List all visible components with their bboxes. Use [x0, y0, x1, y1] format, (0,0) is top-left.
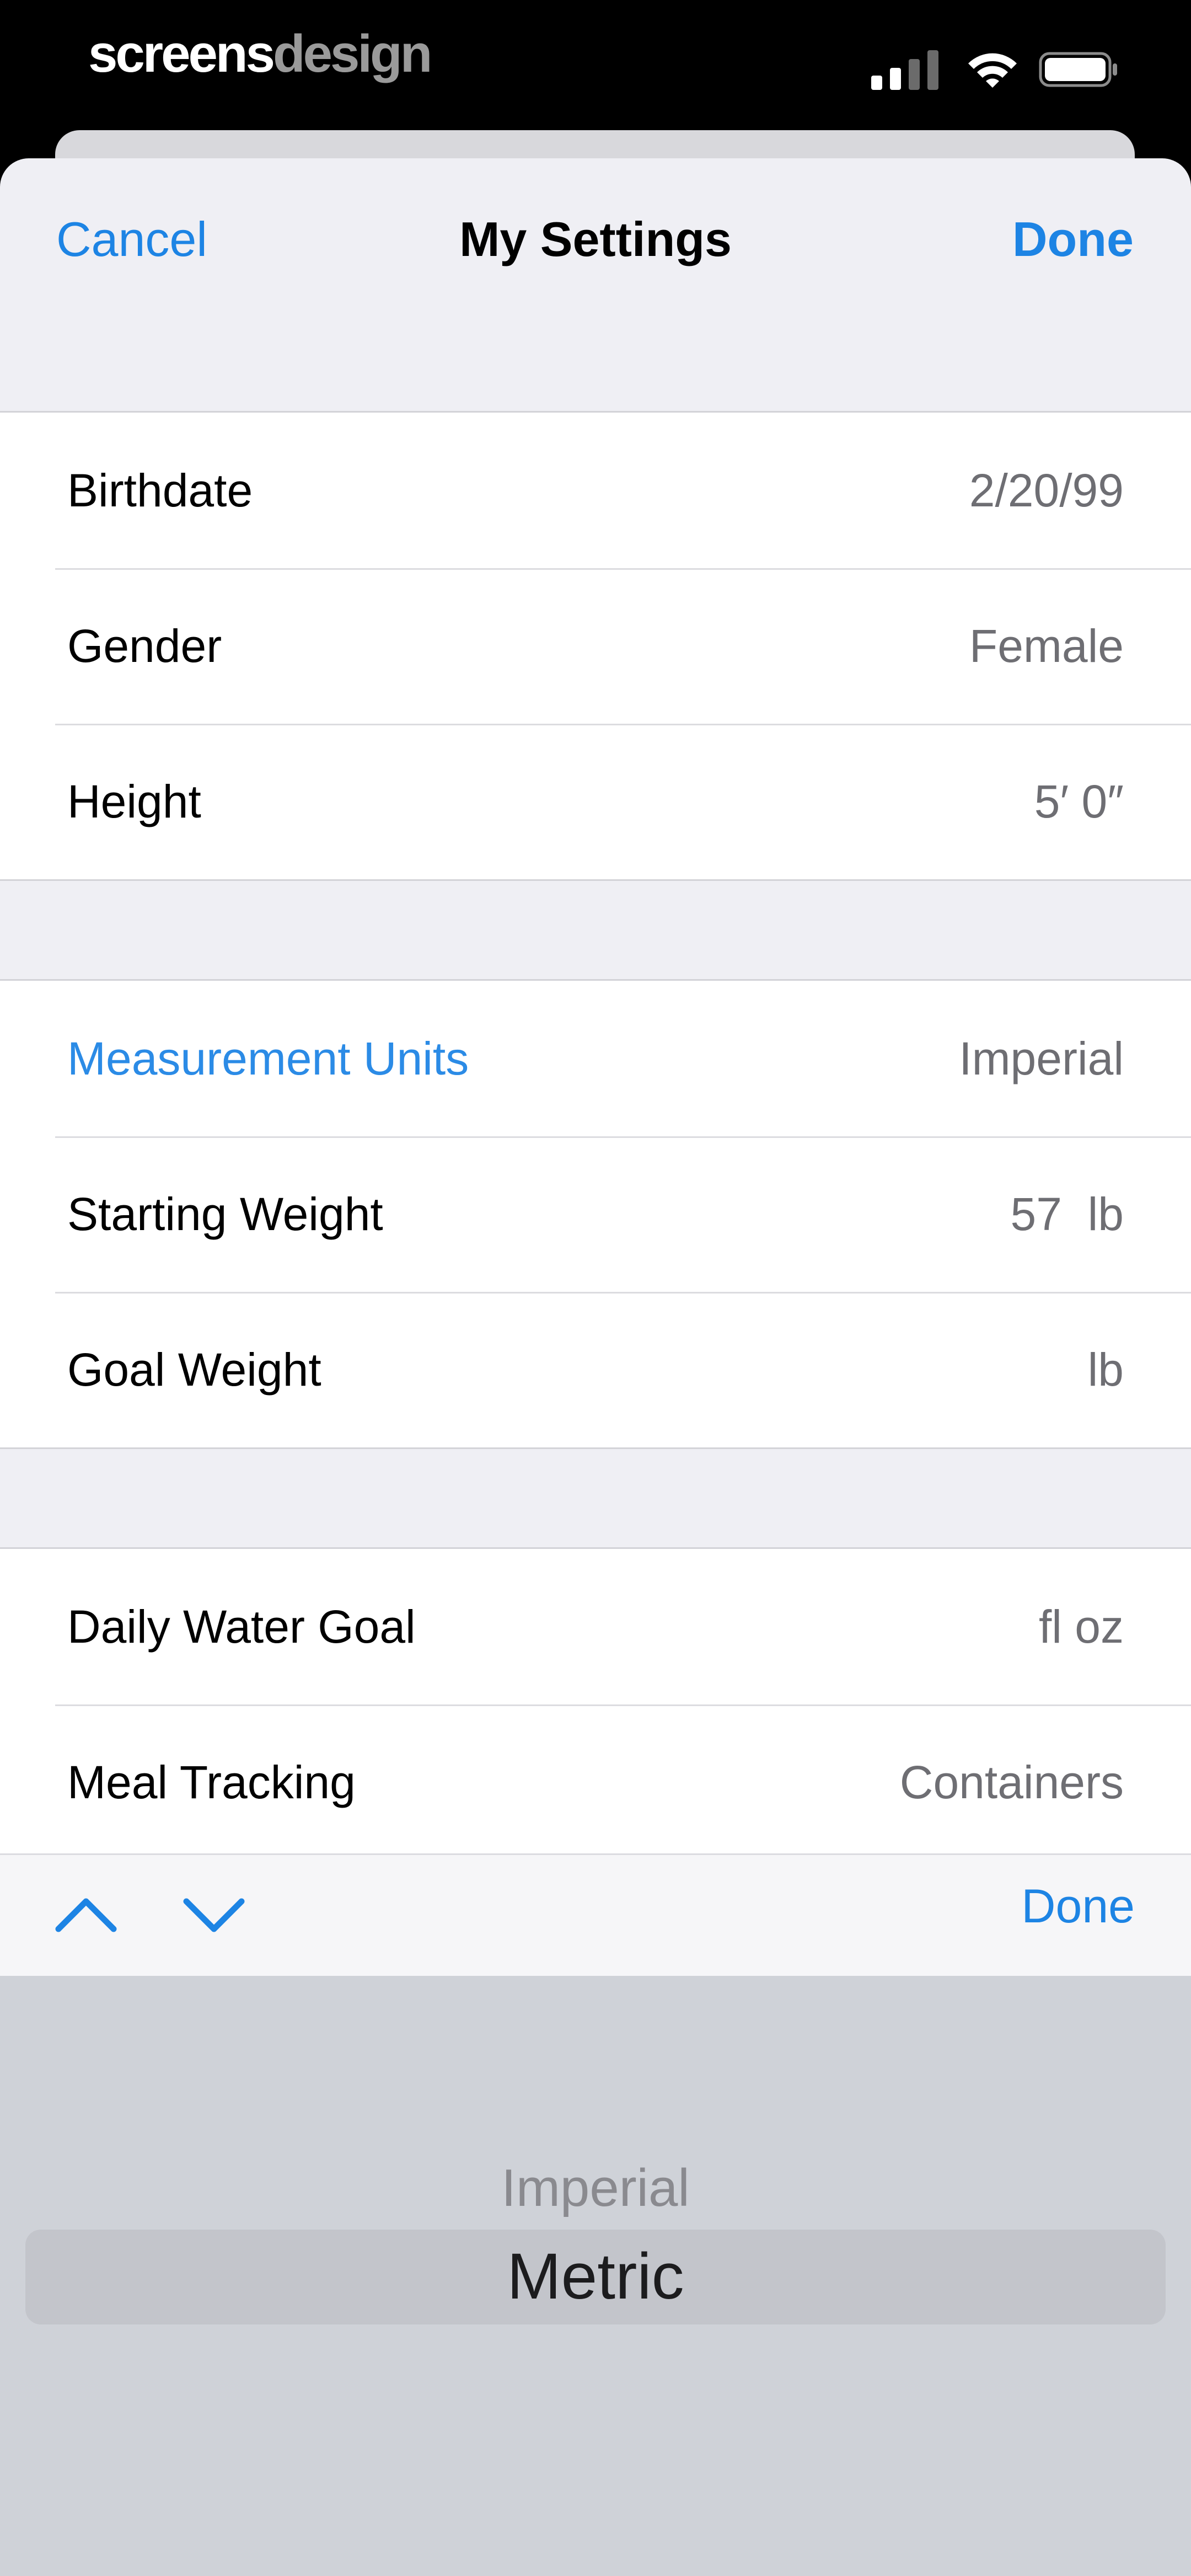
tracking-group: Daily Water Goal fl oz Meal Tracking Con… — [0, 1547, 1191, 1856]
starting-weight-row[interactable]: Starting Weight 57 lb — [0, 1136, 1191, 1292]
row-label: Starting Weight — [67, 1188, 383, 1240]
measurement-units-row[interactable]: Measurement Units Imperial — [0, 981, 1191, 1136]
daily-water-goal-row[interactable]: Daily Water Goal fl oz — [0, 1549, 1191, 1704]
birthdate-row[interactable]: Birthdate 2/20/99 — [0, 413, 1191, 568]
picker-toolbar: Done — [0, 1853, 1191, 1976]
row-label: Goal Weight — [67, 1344, 321, 1396]
brand-logo: screensdesign — [88, 21, 432, 87]
chevron-down-icon[interactable] — [181, 1889, 247, 1939]
row-value: 57 lb — [1010, 1188, 1124, 1240]
toolbar-done-button[interactable]: Done — [1021, 1876, 1135, 1937]
done-button[interactable]: Done — [1012, 209, 1134, 270]
row-label: Height — [67, 776, 201, 827]
brand-logo-part2: design — [272, 24, 432, 83]
goal-weight-row[interactable]: Goal Weight lb — [0, 1292, 1191, 1447]
row-value: 2/20/99 — [969, 464, 1124, 516]
row-value: Female — [969, 620, 1124, 672]
wifi-icon — [968, 53, 1017, 88]
row-label: Birthdate — [67, 464, 253, 516]
row-label: Measurement Units — [67, 1033, 469, 1084]
row-label: Gender — [67, 620, 222, 672]
picker-option-imperial[interactable]: Imperial — [0, 2152, 1191, 2224]
row-value: 5′ 0″ — [1034, 776, 1124, 827]
battery-icon — [1039, 52, 1117, 87]
row-value: lb — [1087, 1344, 1124, 1396]
chevron-up-icon[interactable] — [53, 1889, 119, 1939]
units-picker[interactable]: Imperial Metric — [0, 1976, 1191, 2576]
status-bar: screensdesign — [0, 0, 1191, 132]
row-label: Meal Tracking — [67, 1756, 356, 1808]
picker-option-metric[interactable]: Metric — [0, 2235, 1191, 2318]
row-value: Imperial — [959, 1033, 1124, 1084]
brand-logo-part1: screens — [88, 24, 275, 83]
meal-tracking-row[interactable]: Meal Tracking Containers — [0, 1704, 1191, 1856]
nav-bar: Cancel My Settings Done — [0, 158, 1191, 313]
height-row[interactable]: Height 5′ 0″ — [0, 724, 1191, 879]
row-label: Daily Water Goal — [67, 1601, 416, 1653]
status-icons — [871, 44, 1119, 94]
signal-icon — [871, 50, 938, 90]
personal-info-group: Birthdate 2/20/99 Gender Female Height 5… — [0, 411, 1191, 881]
row-value: fl oz — [1038, 1601, 1124, 1653]
weight-group: Measurement Units Imperial Starting Weig… — [0, 979, 1191, 1449]
gender-row[interactable]: Gender Female — [0, 568, 1191, 724]
row-value: Containers — [899, 1756, 1124, 1808]
